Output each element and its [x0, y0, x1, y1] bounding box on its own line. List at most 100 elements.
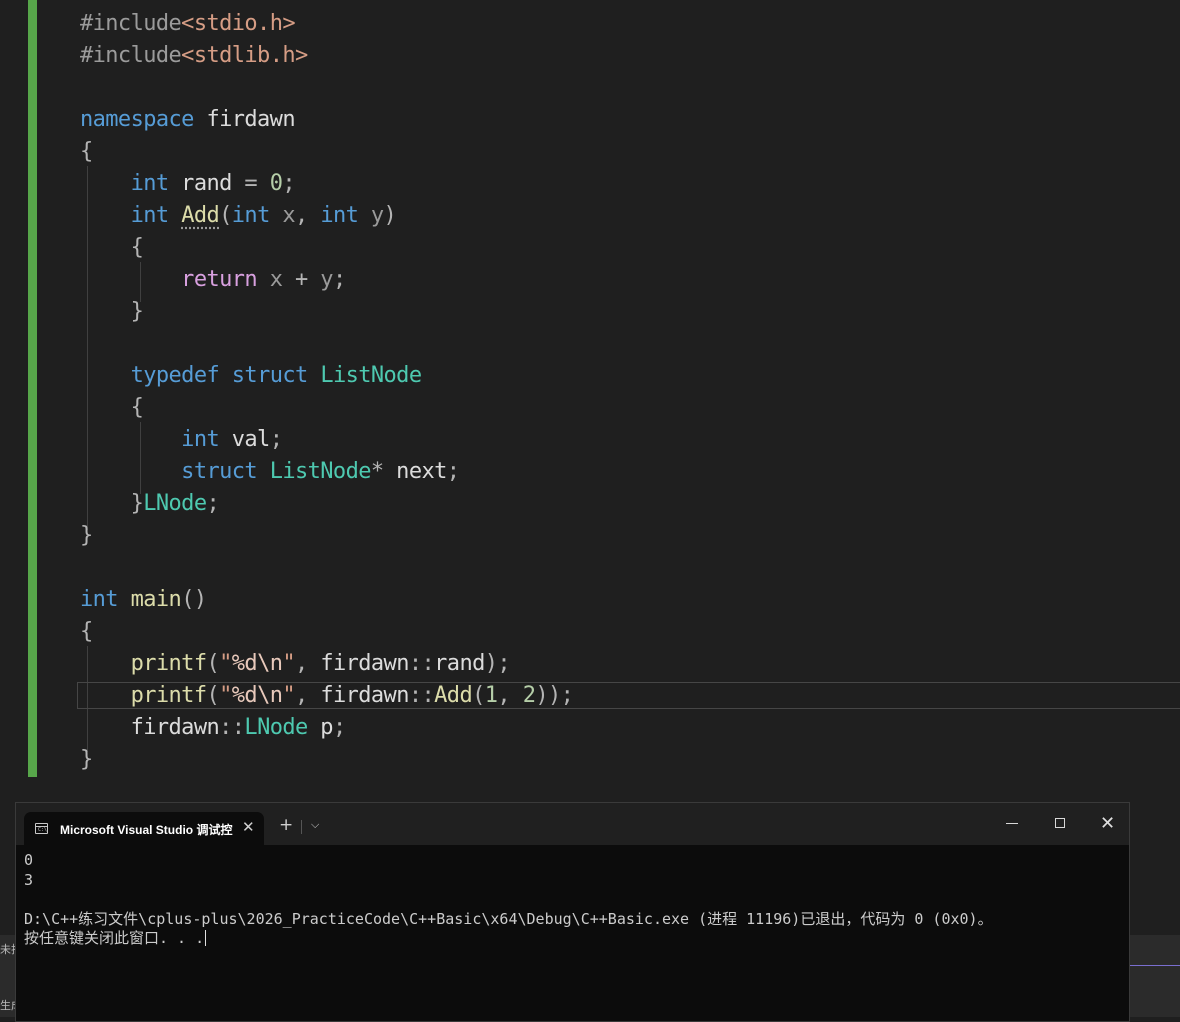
code-token: ; [332, 715, 346, 740]
code-token: x [269, 203, 296, 228]
code-token: :: [219, 715, 245, 740]
code-line[interactable]: int main() [80, 584, 207, 616]
code-token: } [130, 491, 144, 516]
code-token: ; [446, 459, 460, 484]
code-token: )); [535, 683, 574, 708]
code-token: * [370, 459, 384, 484]
code-token: printf [130, 651, 207, 676]
code-token: ListNode [269, 459, 372, 484]
code-token: firdawn [320, 683, 409, 708]
code-token: " [282, 651, 296, 676]
code-line[interactable]: int rand = 0; [80, 168, 296, 200]
code-token: struct [181, 459, 258, 484]
code-line[interactable]: } [80, 520, 93, 552]
code-line[interactable]: { [80, 232, 144, 264]
panel-divider [1130, 965, 1180, 966]
code-line[interactable]: firdawn::LNode p; [80, 712, 347, 744]
code-token: int [181, 427, 220, 452]
terminal-icon: C:\ [35, 823, 48, 834]
code-line[interactable]: printf("%d\n", firdawn::rand); [80, 648, 511, 680]
close-tab-icon[interactable]: ✕ [242, 818, 255, 836]
code-line[interactable]: #include<stdlib.h> [80, 40, 308, 72]
console-tab[interactable]: C:\ Microsoft Visual Studio 调试控 ✕ [24, 812, 264, 845]
code-line[interactable]: typedef struct ListNode [80, 360, 422, 392]
code-line[interactable]: { [80, 392, 144, 424]
code-token: int [231, 203, 271, 228]
close-window-button[interactable]: ✕ [1100, 813, 1115, 834]
code-line[interactable]: }LNode; [80, 488, 220, 520]
code-token: , [497, 683, 523, 708]
code-token: int [320, 203, 359, 228]
code-token: namespace [80, 107, 194, 132]
code-line[interactable]: #include<stdio.h> [80, 8, 296, 40]
code-token: , [295, 651, 321, 676]
change-tracking-bar [28, 0, 37, 777]
minimize-button[interactable] [1006, 823, 1018, 824]
console-window[interactable]: C:\ Microsoft Visual Studio 调试控 ✕ + ⌵ ✕ … [15, 802, 1130, 1022]
code-token: return [181, 267, 258, 292]
console-output[interactable]: 0 3 D:\C++练习文件\cplus-plus\2026_PracticeC… [24, 851, 1121, 949]
code-token: x [257, 267, 295, 292]
code-token: { [80, 139, 93, 164]
code-token: next [383, 459, 447, 484]
code-token: { [130, 235, 144, 260]
code-token: rand [434, 651, 485, 676]
code-token: } [80, 523, 93, 548]
code-line[interactable]: } [80, 296, 144, 328]
console-titlebar[interactable]: C:\ Microsoft Visual Studio 调试控 ✕ + ⌵ ✕ [16, 803, 1129, 845]
code-token: , [295, 203, 321, 228]
code-token: typedef [130, 363, 220, 388]
code-token: <stdio.h> [181, 11, 295, 36]
code-line[interactable]: printf("%d\n", firdawn::Add(1, 2)); [80, 680, 574, 712]
code-line[interactable]: { [80, 616, 93, 648]
code-token: } [130, 299, 144, 324]
maximize-button[interactable] [1055, 818, 1065, 828]
code-line[interactable]: int val; [80, 424, 283, 456]
code-token: <stdlib.h> [181, 43, 308, 68]
code-token: ; [332, 267, 346, 292]
console-output-line: 0 [24, 851, 34, 869]
tab-separator [301, 820, 302, 834]
console-prompt-line: 按任意键关闭此窗口. . . [24, 929, 1121, 949]
code-editor[interactable]: #include<stdio.h> #include<stdlib.h> names… [0, 0, 1180, 790]
code-token: p [307, 715, 333, 740]
code-token: %d\n [231, 651, 283, 676]
code-line[interactable]: struct ListNode* next; [80, 456, 460, 488]
code-token: firdawn [320, 651, 409, 676]
code-token: ; [282, 171, 296, 196]
code-token: { [130, 395, 144, 420]
code-token: LNode [143, 491, 207, 516]
code-token: :: [408, 683, 435, 708]
code-token: ListNode [320, 363, 422, 388]
code-line[interactable]: int Add(int x, int y) [80, 200, 397, 232]
left-panel-label: 未找 [0, 943, 16, 956]
code-token: ( [472, 683, 485, 708]
chevron-down-icon[interactable]: ⌵ [311, 818, 319, 832]
code-token: ; [269, 427, 283, 452]
code-line[interactable]: { [80, 136, 93, 168]
code-line[interactable]: } [80, 744, 93, 776]
console-prompt-text: 按任意键关闭此窗口. . . [24, 929, 205, 947]
code-line[interactable]: namespace firdawn [80, 104, 296, 136]
code-token: ( [219, 203, 232, 228]
console-output-line: 3 [24, 870, 34, 889]
code-token: y [358, 203, 384, 228]
code-token: ; [206, 491, 220, 516]
code-token: int [130, 171, 170, 196]
new-tab-button[interactable]: + [279, 816, 293, 834]
code-token: } [80, 747, 93, 772]
code-line[interactable]: return x + y; [80, 264, 346, 296]
